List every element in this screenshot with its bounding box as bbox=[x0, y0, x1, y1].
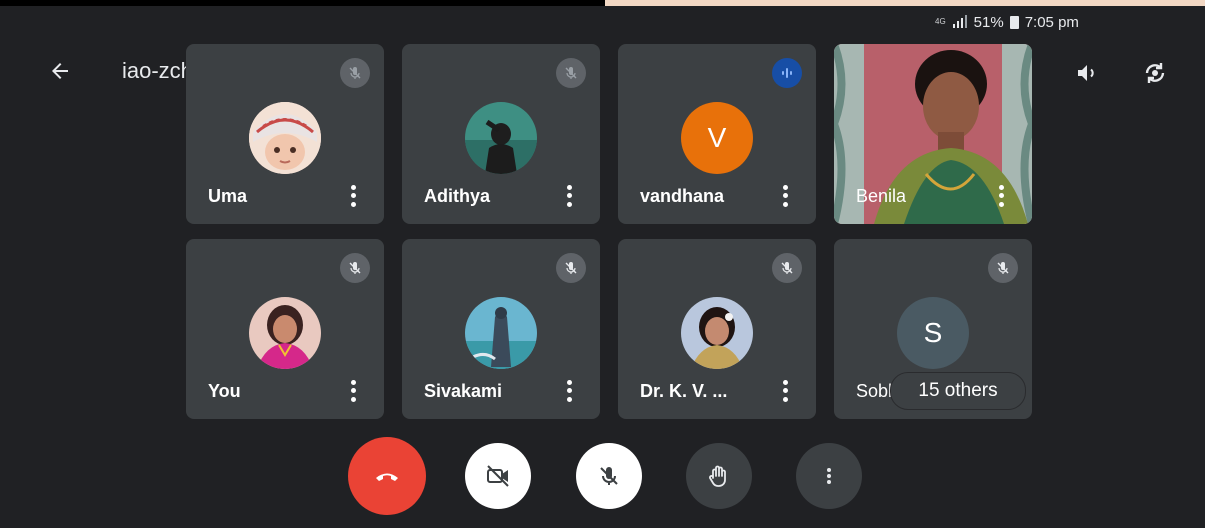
mic-muted-icon bbox=[988, 253, 1018, 283]
more-options-icon[interactable] bbox=[780, 378, 790, 404]
top-preview-strip bbox=[605, 0, 1205, 6]
participant-tile[interactable]: Adithya bbox=[402, 44, 600, 224]
speaker-button[interactable] bbox=[1072, 58, 1102, 88]
arrow-left-icon bbox=[52, 63, 68, 79]
hand-icon bbox=[709, 465, 726, 487]
participant-tile[interactable]: Dr. K. V. ... bbox=[618, 239, 816, 419]
more-vert-icon bbox=[827, 468, 831, 484]
avatar bbox=[465, 297, 537, 369]
status-bar: 4G 51% 7:05 pm bbox=[935, 10, 1145, 34]
signal-icon bbox=[952, 15, 967, 28]
mic-off-icon bbox=[600, 467, 618, 485]
speaking-indicator-icon bbox=[772, 58, 802, 88]
participant-tile-self[interactable]: You bbox=[186, 239, 384, 419]
avatar bbox=[249, 297, 321, 369]
more-options-icon[interactable] bbox=[348, 183, 358, 209]
raise-hand-button[interactable] bbox=[686, 443, 752, 509]
mic-muted-icon bbox=[340, 253, 370, 283]
battery-percent: 51% bbox=[973, 13, 1004, 31]
mic-muted-icon bbox=[556, 253, 586, 283]
participant-name: Adithya bbox=[424, 186, 491, 206]
more-options-icon[interactable] bbox=[996, 183, 1006, 209]
end-call-button[interactable] bbox=[348, 437, 426, 515]
participant-video-tile[interactable]: Benila bbox=[834, 44, 1032, 224]
participant-name: Benila bbox=[856, 186, 907, 206]
speaker-icon bbox=[1078, 65, 1094, 81]
more-options-icon[interactable] bbox=[780, 183, 790, 209]
more-options-icon[interactable] bbox=[564, 183, 574, 209]
more-options-icon[interactable] bbox=[564, 378, 574, 404]
others-count-badge[interactable]: 15 others bbox=[890, 372, 1026, 410]
mic-muted-icon bbox=[340, 58, 370, 88]
participant-name: Sivakami bbox=[424, 381, 503, 401]
participant-tile[interactable]: V vandhana bbox=[618, 44, 816, 224]
mic-muted-icon bbox=[556, 58, 586, 88]
network-indicator: 4G bbox=[935, 17, 946, 26]
switch-camera-button[interactable] bbox=[1140, 58, 1170, 88]
more-options-icon[interactable] bbox=[348, 378, 358, 404]
camera-off-icon bbox=[487, 465, 509, 487]
avatar: V bbox=[681, 102, 753, 174]
participant-name: vandhana bbox=[640, 186, 725, 206]
mic-toggle-button[interactable] bbox=[576, 443, 642, 509]
phone-hangup-icon bbox=[376, 473, 398, 481]
avatar: S bbox=[897, 297, 969, 369]
clock-time: 7:05 pm bbox=[1024, 13, 1079, 31]
battery-icon bbox=[1009, 15, 1019, 29]
avatar bbox=[249, 102, 321, 174]
switch-camera-icon bbox=[1145, 63, 1165, 83]
avatar bbox=[465, 102, 537, 174]
more-options-button[interactable] bbox=[796, 443, 862, 509]
participant-name: Uma bbox=[208, 186, 248, 206]
avatar bbox=[681, 297, 753, 369]
top-black-strip bbox=[0, 0, 605, 6]
participant-name: Dr. K. V. ... bbox=[640, 381, 728, 401]
participant-tile[interactable]: Sivakami bbox=[402, 239, 600, 419]
back-button[interactable] bbox=[46, 57, 74, 85]
participant-tile[interactable]: Uma bbox=[186, 44, 384, 224]
mic-muted-icon bbox=[772, 253, 802, 283]
participant-name: You bbox=[208, 381, 241, 401]
camera-toggle-button[interactable] bbox=[465, 443, 531, 509]
